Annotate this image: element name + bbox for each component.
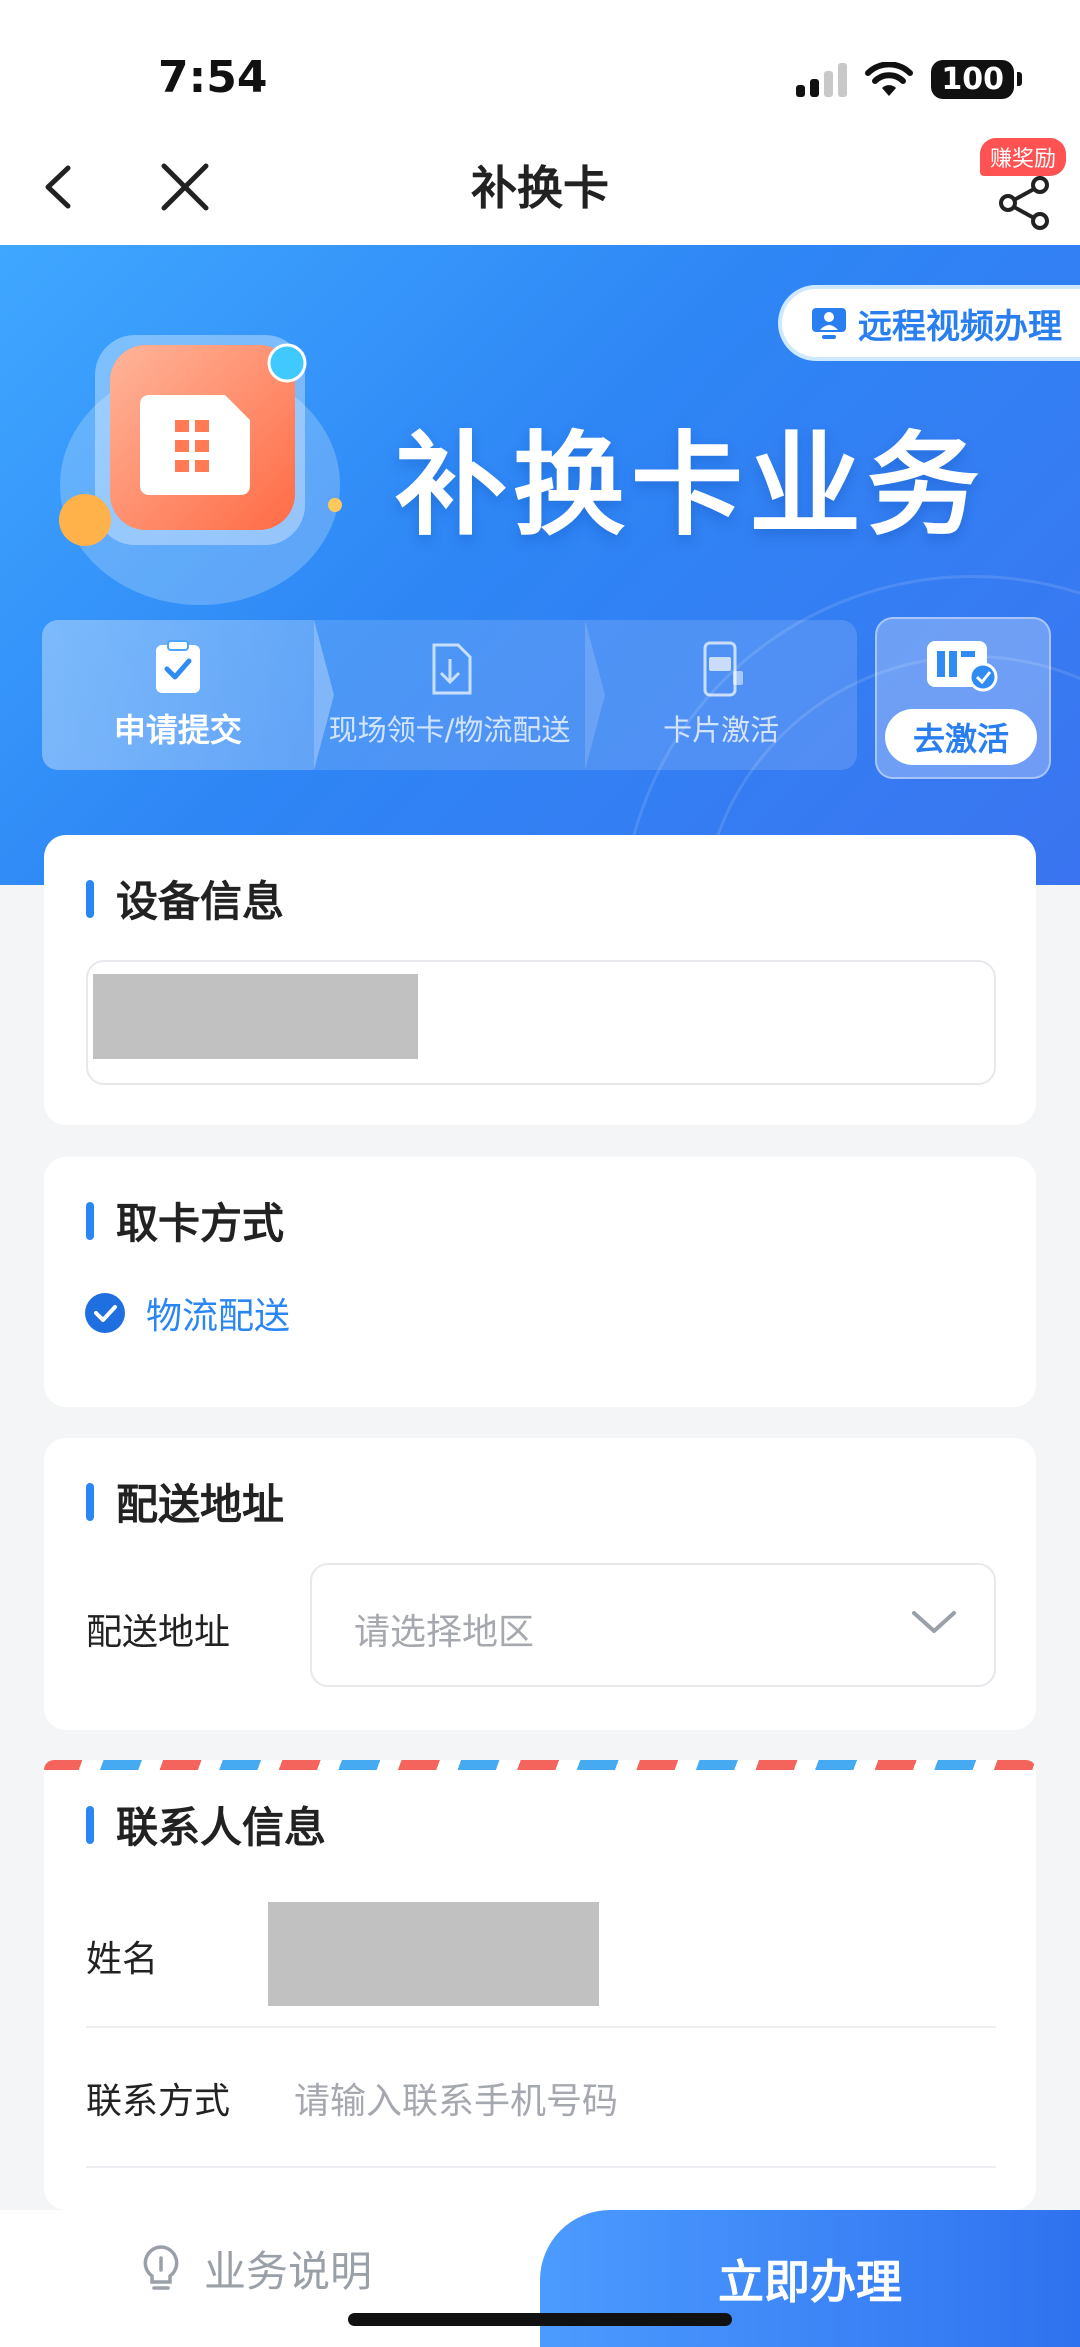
- status-icons: 100: [796, 60, 1022, 99]
- device-field[interactable]: [86, 960, 996, 1085]
- device-info-card: 设备信息: [44, 835, 1036, 1125]
- name-label: 姓名: [86, 1939, 159, 1980]
- status-time: 7:54: [158, 52, 268, 103]
- step-pickup-delivery: 现场领卡/物流配送: [313, 620, 606, 770]
- pickup-option-label: 物流配送: [146, 1296, 291, 1337]
- sim-download-icon: [432, 643, 471, 695]
- battery-icon: 100: [931, 60, 1022, 99]
- clipboard-check-icon: [155, 640, 200, 693]
- hero-banner: 远程视频办理 补换卡业务 申请提交 现场领卡/物流配送 卡片激活 去激活: [0, 245, 1080, 885]
- pickup-option-logistics[interactable]: 物流配送: [84, 1287, 290, 1339]
- name-input[interactable]: [268, 1902, 599, 2006]
- step-apply-submit: 申请提交: [42, 620, 334, 770]
- contact-info-card: 联系人信息 姓名 联系方式 请输入联系手机号码: [44, 1770, 1036, 2210]
- business-info-button[interactable]: 业务说明: [140, 2238, 372, 2299]
- sim-activate-icon: [927, 641, 998, 692]
- section-title: 联系人信息: [86, 1794, 326, 1855]
- status-bar: 7:54 100: [0, 0, 1080, 130]
- home-indicator: [348, 2313, 732, 2326]
- nav-bar: 补换卡 赚奖励: [0, 130, 1080, 245]
- chevron-down-icon: [912, 1611, 956, 1633]
- progress-steps: 申请提交 现场领卡/物流配送 卡片激活: [42, 620, 858, 770]
- wifi-icon: [865, 61, 914, 96]
- step-label: 卡片激活: [663, 713, 780, 747]
- step-card-activate: 卡片激活: [585, 620, 858, 770]
- redacted-device: [93, 974, 418, 1059]
- remote-video-button[interactable]: 远程视频办理: [778, 285, 1080, 361]
- section-title: 配送地址: [86, 1471, 284, 1532]
- video-call-icon: [812, 308, 846, 339]
- section-title: 设备信息: [86, 868, 284, 929]
- sim-card-illustration: [59, 335, 342, 605]
- phone-label: 联系方式: [86, 2081, 231, 2122]
- address-label: 配送地址: [86, 1612, 231, 1653]
- bottom-action-bar: 业务说明 立即办理: [0, 2210, 1080, 2347]
- apply-now-button[interactable]: 立即办理: [540, 2210, 1080, 2347]
- phone-input[interactable]: 请输入联系手机号码: [294, 2072, 618, 2124]
- page-title: 补换卡: [471, 161, 609, 215]
- signal-icon: [796, 62, 848, 97]
- activate-card[interactable]: 去激活: [875, 617, 1051, 779]
- divider: [86, 2166, 996, 2168]
- delivery-address-card: 配送地址 配送地址 请选择地区: [44, 1438, 1036, 1730]
- banner-title: 补换卡业务: [395, 421, 985, 551]
- activate-button[interactable]: 去激活: [885, 709, 1037, 765]
- phone-mail-icon: [703, 641, 744, 697]
- check-circle-icon: [85, 1293, 125, 1333]
- region-select[interactable]: 请选择地区: [310, 1563, 996, 1687]
- divider: [86, 2026, 996, 2028]
- remote-video-label: 远程视频办理: [858, 306, 1062, 347]
- pickup-method-card: 取卡方式 物流配送: [44, 1157, 1036, 1407]
- lightbulb-icon: [143, 2244, 179, 2290]
- business-info-label: 业务说明: [204, 2247, 373, 2296]
- section-title: 取卡方式: [86, 1190, 284, 1251]
- region-placeholder: 请选择地区: [354, 1612, 535, 1653]
- reward-badge[interactable]: 赚奖励: [980, 138, 1067, 176]
- step-label: 现场领卡/物流配送: [328, 713, 571, 747]
- step-label: 申请提交: [113, 711, 242, 749]
